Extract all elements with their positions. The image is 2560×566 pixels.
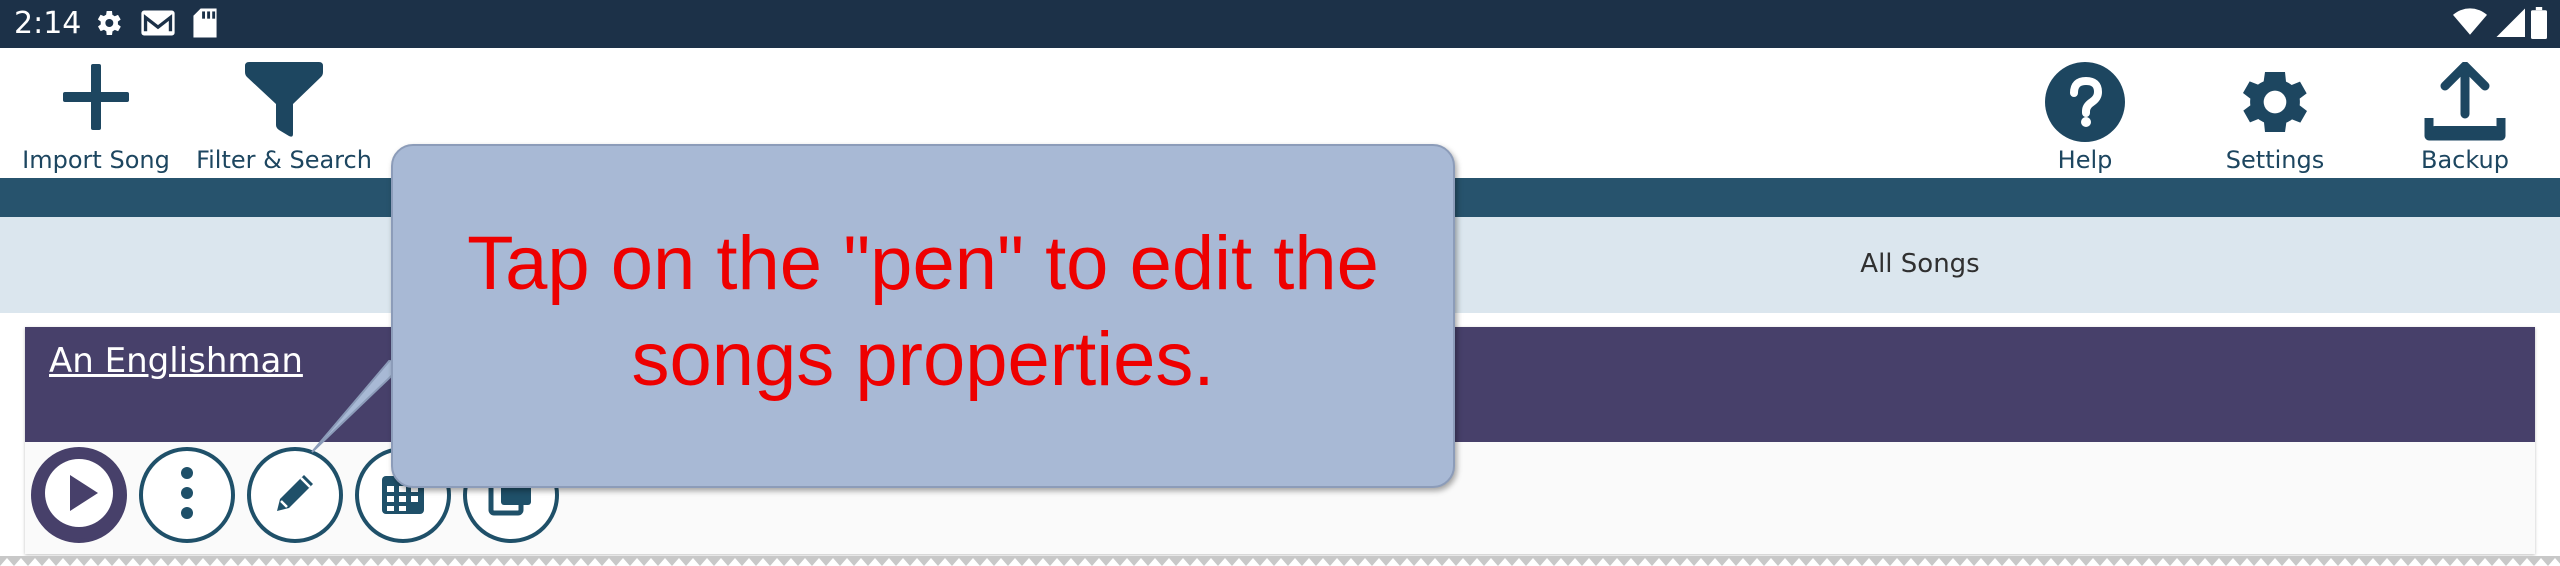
settings-gear-icon xyxy=(2220,62,2330,142)
play-button[interactable] xyxy=(31,447,127,543)
help-label: Help xyxy=(2057,146,2113,174)
settings-label: Settings xyxy=(2225,146,2325,174)
filter-search-label: Filter & Search xyxy=(196,146,372,174)
backup-button[interactable]: Backup xyxy=(2410,48,2520,178)
backup-label: Backup xyxy=(2421,146,2509,174)
wifi-icon xyxy=(2453,7,2487,42)
gmail-icon xyxy=(140,7,176,44)
import-song-button[interactable]: Import Song xyxy=(12,48,180,178)
filter-icon xyxy=(196,62,372,138)
signal-icon xyxy=(2495,7,2525,42)
tooltip-bubble: Tap on the "pen" to edit the songs prope… xyxy=(391,144,1455,488)
gear-icon xyxy=(92,7,124,44)
upload-icon xyxy=(2410,62,2520,144)
more-button[interactable] xyxy=(139,447,235,543)
plus-icon xyxy=(12,62,180,132)
zigzag-edge xyxy=(0,556,2560,566)
edit-button[interactable] xyxy=(247,447,343,543)
settings-button[interactable]: Settings xyxy=(2220,48,2330,178)
more-vertical-icon xyxy=(177,465,197,526)
battery-icon xyxy=(2531,7,2547,44)
song-title-link[interactable]: An Englishman xyxy=(49,339,303,383)
pen-icon xyxy=(269,467,321,524)
status-time: 2:14 xyxy=(14,6,82,41)
import-song-label: Import Song xyxy=(22,146,170,174)
sd-card-icon xyxy=(192,7,218,44)
play-icon xyxy=(43,457,115,534)
help-button[interactable]: Help xyxy=(2040,48,2130,178)
status-bar: 2:14 xyxy=(0,0,2560,48)
help-icon xyxy=(2040,62,2130,142)
tooltip-text: Tap on the "pen" to edit the songs prope… xyxy=(467,221,1379,402)
filter-search-button[interactable]: Filter & Search xyxy=(196,48,372,178)
filter-label: All Songs xyxy=(1860,249,1980,279)
